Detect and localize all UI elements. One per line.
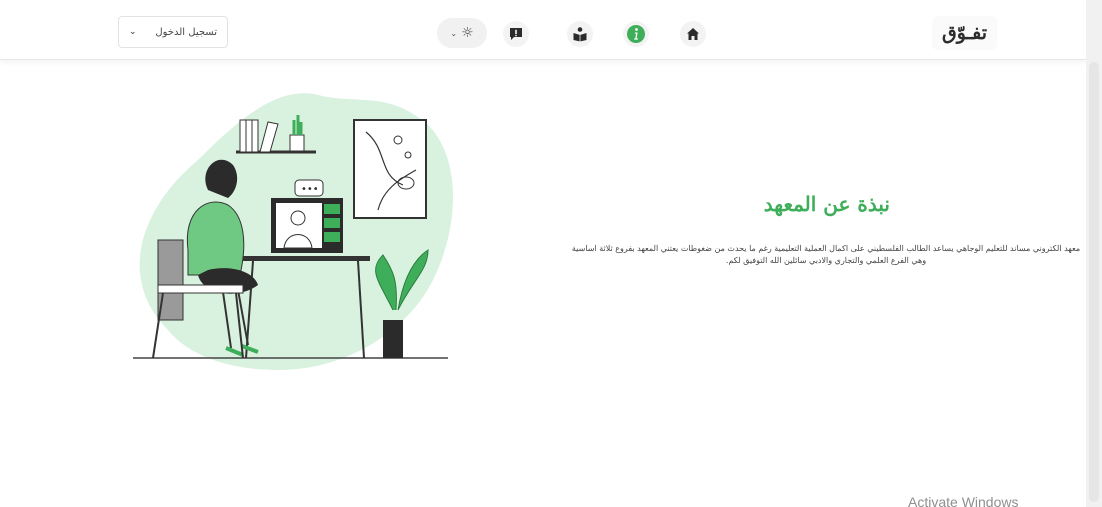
about-description: معهد الكتروني مساند للتعليم الوجاهي يساع… [571, 244, 1081, 265]
online-learning-illustration: ••• [133, 93, 453, 370]
chevron-down-icon: ⌄ [450, 28, 458, 38]
home-icon [687, 28, 699, 40]
windows-activation-watermark: Activate Windows [908, 494, 1019, 507]
brand-logo[interactable]: تفـوّق [932, 16, 998, 50]
feedback-icon [510, 28, 522, 40]
scrollbar-thumb[interactable] [1089, 62, 1099, 502]
nav-feedback-button[interactable] [503, 21, 529, 47]
theme-toggle[interactable]: ⌄ ☼ [437, 18, 487, 48]
svg-text:•••: ••• [301, 184, 319, 195]
vertical-scrollbar[interactable] [1086, 0, 1102, 507]
nav-home-button[interactable] [680, 21, 706, 47]
nav-reading-button[interactable] [567, 21, 593, 47]
sun-icon: ☼ [461, 25, 474, 41]
login-dropdown[interactable]: ⌄ تسجيل الدخول [118, 16, 228, 48]
reader-icon [573, 27, 587, 42]
top-navigation-bar: تفـوّق ⌄ ☼ ⌄ تسجيل الدخول [0, 0, 1086, 60]
nav-info-button[interactable] [623, 21, 649, 47]
info-icon [627, 25, 645, 43]
chevron-down-icon: ⌄ [129, 27, 137, 37]
login-label: تسجيل الدخول [155, 26, 217, 38]
about-title: نبذة عن المعهد [763, 192, 890, 216]
